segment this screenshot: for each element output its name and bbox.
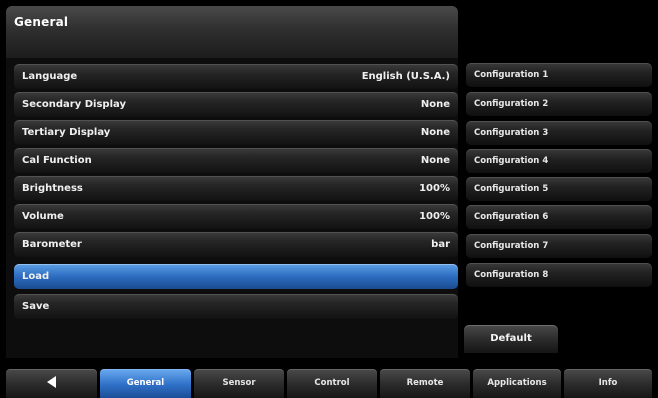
configuration-label: Configuration 2: [474, 99, 549, 109]
setting-row-brightness[interactable]: Brightness 100%: [14, 176, 458, 201]
configuration-8-button[interactable]: Configuration 8: [466, 263, 652, 287]
setting-label: Tertiary Display: [22, 127, 111, 138]
configuration-label: Configuration 6: [474, 212, 549, 222]
setting-value: bar: [431, 239, 450, 250]
settings-panel: Language English (U.S.A.) Secondary Disp…: [6, 58, 458, 358]
tab-sensor[interactable]: Sensor: [194, 369, 284, 398]
configuration-7-button[interactable]: Configuration 7: [466, 234, 652, 258]
setting-label: Barometer: [22, 239, 82, 250]
configuration-label: Configuration 8: [474, 270, 549, 280]
default-button[interactable]: Default: [464, 325, 558, 353]
setting-row-cal-function[interactable]: Cal Function None: [14, 148, 458, 173]
bottom-tab-bar: General Sensor Control Remote Applicatio…: [6, 369, 652, 398]
setting-row-barometer[interactable]: Barometer bar: [14, 232, 458, 257]
setting-value: 100%: [419, 183, 450, 194]
setting-value: None: [420, 127, 450, 138]
page-title: General: [14, 15, 69, 29]
configuration-5-button[interactable]: Configuration 5: [466, 177, 652, 201]
setting-label: Save: [22, 301, 50, 312]
configuration-label: Configuration 7: [474, 241, 549, 251]
configuration-label: Configuration 4: [474, 156, 549, 166]
tab-control[interactable]: Control: [287, 369, 377, 398]
header-bar: General: [6, 6, 458, 58]
setting-label: Language: [22, 71, 78, 82]
configuration-label: Configuration 5: [474, 184, 549, 194]
setting-row-secondary-display[interactable]: Secondary Display None: [14, 92, 458, 117]
configuration-2-button[interactable]: Configuration 2: [466, 92, 652, 116]
setting-value: English (U.S.A.): [361, 71, 450, 82]
back-button[interactable]: [6, 369, 97, 398]
configuration-3-button[interactable]: Configuration 3: [466, 121, 652, 145]
setting-label: Secondary Display: [22, 99, 126, 110]
setting-row-tertiary-display[interactable]: Tertiary Display None: [14, 120, 458, 145]
setting-row-language[interactable]: Language English (U.S.A.): [14, 64, 458, 89]
app-screen: General Language English (U.S.A.) Second…: [0, 0, 658, 398]
setting-value: None: [420, 99, 450, 110]
configuration-1-button[interactable]: Configuration 1: [466, 63, 652, 87]
setting-value: 100%: [419, 211, 450, 222]
configuration-4-button[interactable]: Configuration 4: [466, 149, 652, 173]
setting-row-load[interactable]: Load: [14, 264, 458, 289]
tab-remote[interactable]: Remote: [380, 369, 470, 398]
setting-row-save[interactable]: Save: [14, 294, 458, 319]
configuration-label: Configuration 1: [474, 70, 549, 80]
left-arrow-icon: [47, 375, 56, 388]
setting-value: None: [420, 155, 450, 166]
configuration-6-button[interactable]: Configuration 6: [466, 205, 652, 229]
setting-label: Load: [22, 271, 50, 282]
setting-label: Brightness: [22, 183, 83, 194]
tab-applications[interactable]: Applications: [473, 369, 561, 398]
setting-label: Volume: [22, 211, 64, 222]
setting-row-volume[interactable]: Volume 100%: [14, 204, 458, 229]
tab-info[interactable]: Info: [564, 369, 652, 398]
setting-label: Cal Function: [22, 155, 92, 166]
tab-general[interactable]: General: [100, 369, 191, 398]
configuration-label: Configuration 3: [474, 128, 549, 138]
